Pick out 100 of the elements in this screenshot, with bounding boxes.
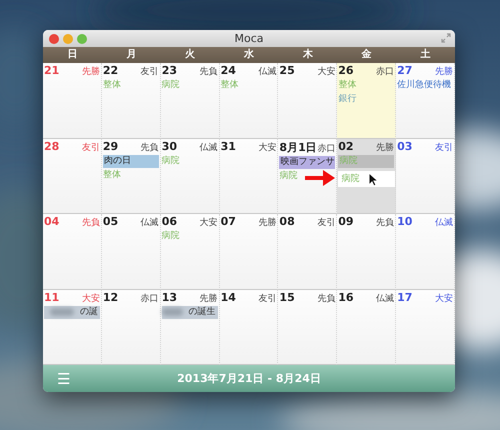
day-cell[interactable]: 29 先負 肉の日 整体	[102, 138, 161, 214]
date-range: 2013年7月21日 - 8月24日	[177, 372, 321, 385]
day-cell[interactable]: 12 赤口	[102, 290, 161, 365]
weekday-label: 火	[184, 48, 196, 62]
day-number: 29	[102, 140, 118, 152]
minimize-icon[interactable]	[63, 34, 73, 44]
day-number: 04	[44, 215, 60, 228]
rokuyo-label: 仏滅	[376, 292, 394, 304]
day-cell[interactable]: 24 仏滅 整体	[220, 63, 278, 138]
rokuyo-label: 友引	[258, 292, 276, 304]
day-number: 30	[162, 140, 178, 152]
rokuyo-label: 赤口	[140, 292, 159, 304]
rokuyo-label: 友引	[435, 142, 453, 154]
event-bar[interactable]: 映画ファンサ	[279, 156, 336, 168]
day-number: 12	[102, 290, 118, 304]
rokuyo-label: 友引	[140, 66, 159, 78]
day-cell[interactable]: 04 先負	[43, 214, 102, 290]
rokuyo-label: 先勝	[435, 66, 453, 78]
day-cell[interactable]: 30 仏滅 病院	[160, 138, 220, 214]
day-cell[interactable]: 25 大安	[278, 63, 338, 138]
day-number: 24	[220, 64, 236, 77]
day-cell[interactable]: 17 大安	[396, 290, 455, 365]
day-number: 26	[338, 64, 354, 77]
rokuyo-label: 友引	[82, 142, 100, 154]
day-cell[interactable]: 15 先負	[278, 290, 338, 365]
day-cell[interactable]: 13 先勝 の誕生	[160, 290, 220, 365]
cursor-icon	[368, 172, 378, 187]
rokuyo-label: 友引	[317, 216, 336, 229]
weekday-label: 水	[242, 48, 255, 62]
day-number: 22	[102, 64, 118, 77]
rokuyo-label: 赤口	[376, 66, 394, 78]
day-cell[interactable]: 09 先負	[337, 214, 396, 290]
rokuyo-label: 仏滅	[258, 66, 276, 78]
day-number: 27	[397, 64, 412, 77]
day-cell[interactable]: 10 仏滅	[396, 214, 455, 290]
day-number: 25	[279, 64, 295, 77]
rokuyo-label: 先負	[82, 216, 100, 229]
day-cell[interactable]: 14 友引	[220, 290, 278, 365]
arrow-icon	[305, 170, 335, 186]
weekday-label: 金	[360, 48, 373, 62]
weekday-label: 月	[125, 48, 138, 62]
day-number: 28	[44, 140, 60, 152]
day-cell[interactable]: 06 大安 病院	[160, 214, 220, 290]
weekday-label: 木	[302, 48, 314, 62]
day-number: 07	[220, 215, 236, 228]
day-cell[interactable]: 31 大安	[220, 138, 278, 214]
day-cell[interactable]: 16 仏滅	[337, 290, 396, 365]
day-cell[interactable]: 05 仏滅	[102, 214, 161, 290]
rokuyo-label: 先負	[376, 216, 394, 229]
day-cell[interactable]: 03 友引	[396, 138, 455, 214]
window-title: Moca	[234, 32, 264, 45]
rokuyo-label: 先勝	[258, 216, 276, 229]
weekday-label: 日	[66, 48, 78, 62]
day-cell[interactable]: 27 先勝 佐川急便待機	[396, 63, 455, 138]
day-number: 13	[162, 290, 178, 304]
day-number: 10	[397, 215, 412, 228]
rokuyo-label: 大安	[317, 66, 336, 78]
rokuyo-label: 先勝	[376, 142, 394, 154]
day-number: 8月1日	[279, 140, 317, 154]
day-number: 05	[102, 215, 118, 228]
day-number: 17	[397, 290, 412, 304]
day-number: 02	[338, 140, 354, 152]
day-cell[interactable]: 8月1日 赤口 映画ファンサ 病院	[278, 138, 338, 214]
rokuyo-label: 先負	[200, 66, 218, 78]
rokuyo-label: 大安	[435, 292, 453, 304]
day-number: 11	[44, 290, 60, 304]
rokuyo-label: 大安	[200, 216, 218, 229]
rokuyo-label: 先負	[317, 292, 336, 304]
close-icon[interactable]	[49, 34, 59, 44]
day-cell[interactable]: 28 友引	[43, 138, 102, 214]
day-number: 15	[279, 290, 295, 304]
fullscreen-icon[interactable]	[441, 33, 451, 43]
rokuyo-label: 仏滅	[140, 216, 159, 229]
day-cell[interactable]: 11 大安 の誕	[43, 290, 102, 365]
event-bar[interactable]: の誕生	[162, 306, 218, 318]
rokuyo-label: 大安	[258, 142, 276, 154]
day-number: 31	[220, 140, 236, 152]
day-number: 16	[338, 290, 354, 304]
rokuyo-label: 仏滅	[200, 142, 218, 154]
rokuyo-label: 赤口	[317, 142, 336, 154]
day-cell[interactable]: 21 先勝	[43, 63, 102, 138]
rokuyo-label: 先負	[140, 142, 159, 154]
day-cell[interactable]: 07 先勝	[220, 214, 278, 290]
event-bar[interactable]: の誕	[44, 306, 100, 318]
day-number: 21	[44, 64, 60, 77]
day-number: 23	[162, 64, 178, 77]
weekday-label: 土	[420, 48, 432, 62]
event-bar[interactable]: 肉の日	[102, 154, 159, 168]
day-cell[interactable]: 23 先負 病院	[160, 63, 220, 138]
rokuyo-label: 先勝	[200, 292, 218, 304]
rokuyo-label: 仏滅	[435, 216, 453, 229]
day-cell[interactable]: 22 友引 整体	[102, 63, 161, 138]
day-number: 03	[397, 140, 412, 152]
event-label[interactable]: 佐川急便待機	[397, 79, 452, 92]
day-cell[interactable]: 08 友引	[278, 214, 338, 290]
rokuyo-label: 先勝	[82, 66, 100, 78]
zoom-icon[interactable]	[77, 34, 87, 44]
day-number: 08	[279, 215, 295, 228]
day-number: 06	[162, 215, 178, 228]
day-number: 09	[338, 215, 354, 228]
